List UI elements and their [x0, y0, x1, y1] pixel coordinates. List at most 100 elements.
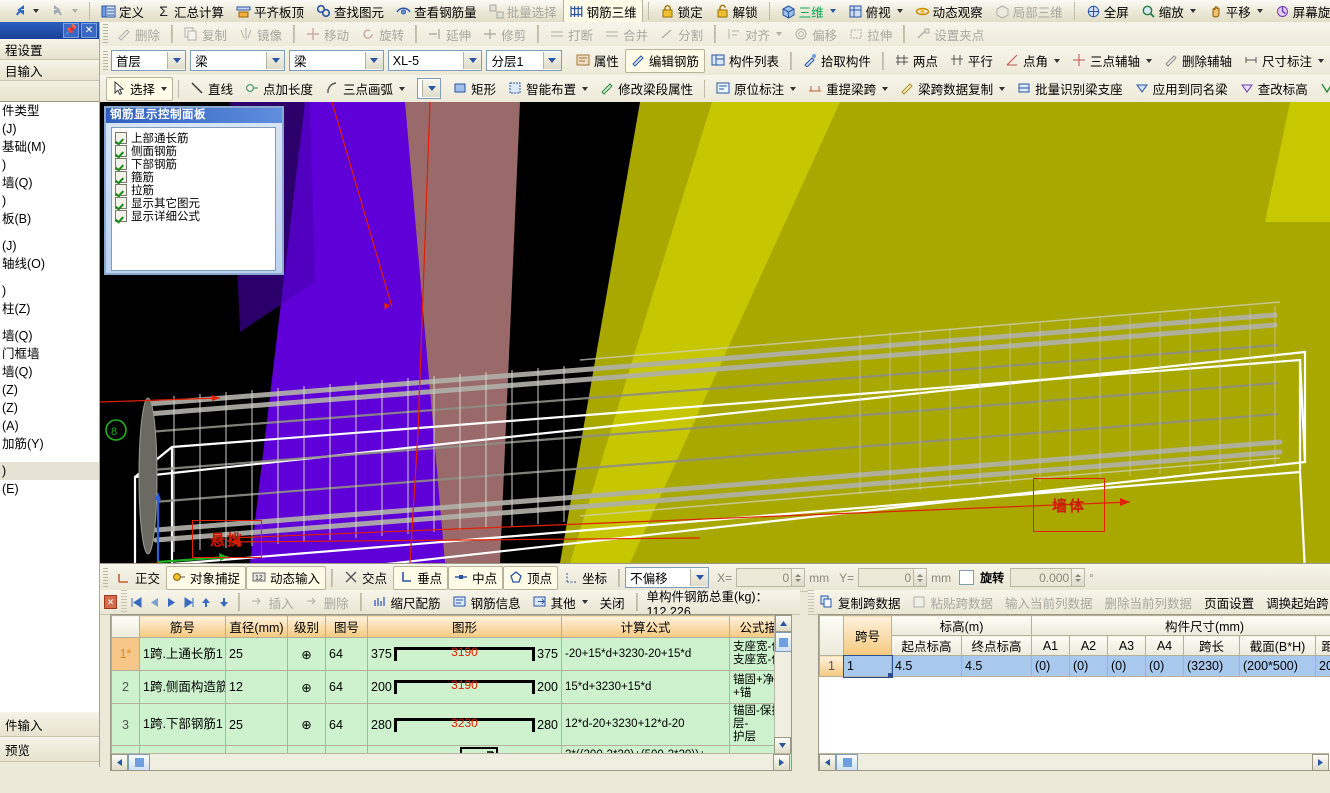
rebar-info-button[interactable]: 钢筋信息	[447, 590, 527, 614]
input-col-button[interactable]: 输入当前列数据	[999, 590, 1099, 614]
tree-item[interactable]: (J)	[0, 237, 99, 255]
a2-cell[interactable]: (0)	[1069, 655, 1108, 677]
y-spinner[interactable]	[914, 568, 928, 587]
other-dropdown-icon[interactable]	[581, 600, 588, 604]
tree-item[interactable]: 柱(Z)	[0, 300, 99, 318]
snap-midpoint[interactable]: 中点	[448, 565, 504, 590]
span-col-header[interactable]: 距左边线	[1314, 635, 1330, 656]
fullscreen-button[interactable]: 全屏	[1080, 0, 1135, 23]
span-col-header[interactable]: A2	[1069, 635, 1108, 656]
three-point-axis-button[interactable]: 三点辅轴	[1066, 49, 1158, 73]
rebar-name[interactable]: 1跨.下部钢筋1	[139, 703, 226, 746]
rectangle-tool-button[interactable]: 矩形	[447, 77, 502, 101]
scroll-right-icon[interactable]	[1312, 754, 1329, 770]
align-dropdown-icon[interactable]	[776, 32, 783, 36]
down-icon[interactable]	[215, 593, 233, 611]
tree-item[interactable]: )	[0, 462, 99, 480]
rebar-diameter[interactable]: 25	[225, 637, 288, 671]
merge-button[interactable]: 合并	[599, 22, 654, 46]
point-angle-dropdown-icon[interactable]	[1053, 58, 1060, 63]
panel-footer-preview[interactable]: 预览	[0, 737, 99, 762]
close-pane-button[interactable]: 关闭	[594, 590, 631, 614]
rebar-shape[interactable]: 375 3190 375	[367, 637, 562, 671]
re-extract-span-dropdown-icon[interactable]	[882, 86, 889, 91]
delete-col-button[interactable]: 删除当前列数据	[1099, 590, 1199, 614]
auto-generate-button[interactable]: 自动生成	[1314, 77, 1330, 101]
up-icon[interactable]	[197, 593, 215, 611]
apply-same-beam-button[interactable]: 应用到同名梁	[1129, 77, 1234, 101]
undo-button[interactable]	[6, 0, 45, 23]
next-icon[interactable]	[162, 593, 180, 611]
scale-rebar-button[interactable]: 缩尺配筋	[367, 590, 447, 614]
span-col-header[interactable]: A1	[1031, 635, 1070, 656]
y-input[interactable]: 0	[858, 568, 915, 587]
copy-button[interactable]: 复制	[178, 22, 233, 46]
span-hscroll-thumb[interactable]	[836, 754, 858, 770]
break-button[interactable]: 打断	[544, 22, 599, 46]
span-col-header[interactable]: A4	[1145, 635, 1184, 656]
checkbox-icon[interactable]	[115, 144, 127, 157]
span-grid-hscrollbar[interactable]	[819, 753, 1329, 770]
floor-combo[interactable]: 首层	[110, 50, 187, 71]
split-button[interactable]: 分割	[654, 22, 709, 46]
lock-button[interactable]: 锁定	[654, 0, 709, 23]
first-icon[interactable]	[127, 593, 145, 611]
edit-beam-segment-button[interactable]: 修改梁段属性	[594, 77, 699, 101]
top-view-button[interactable]: 俯视	[842, 0, 909, 23]
page-setup-button[interactable]: 页面设置	[1198, 590, 1260, 614]
rebar-formula[interactable]: -20+15*d+3230-20+15*d	[561, 637, 730, 671]
snap-intersection[interactable]: 交点	[338, 566, 393, 590]
dimension-button[interactable]: 尺寸标注	[1238, 49, 1330, 73]
rotate-spinner[interactable]	[1072, 568, 1086, 587]
rebar-display-item[interactable]: 显示详细公式	[115, 209, 275, 223]
tree-item[interactable]: 墙(Q)	[0, 327, 99, 345]
close-icon[interactable]: ✕	[81, 23, 97, 38]
insert-row-button[interactable]: 插入	[245, 590, 300, 614]
view-3d-button[interactable]: 三维	[775, 0, 842, 23]
two-point-button[interactable]: 两点	[889, 49, 944, 73]
swap-start-span-button[interactable]: 调换起始跨	[1260, 590, 1330, 614]
span-grid-container[interactable]: 跨号 标高(m) 构件尺寸(mm) 起点标高 终点标高 A1 A2 A3 A4 跨长 截面(B*H)…	[818, 614, 1330, 771]
tree-item[interactable]: )	[0, 156, 99, 174]
pan-button[interactable]: 平移	[1202, 0, 1269, 23]
inplace-annotation-button[interactable]: 原位标注	[710, 77, 802, 101]
rebar-col-header[interactable]: 图号	[325, 615, 368, 638]
span-col-number[interactable]: 跨号	[843, 615, 892, 656]
rebar-grid-hscrollbar[interactable]	[111, 753, 790, 770]
batch-select-button[interactable]: 批量选择	[483, 0, 563, 23]
snap-vertex[interactable]: 顶点	[503, 565, 559, 590]
rebar-col-header[interactable]: 级别	[287, 615, 326, 638]
a1-cell[interactable]: (0)	[1031, 655, 1070, 677]
hscroll-thumb[interactable]	[128, 754, 150, 770]
span-col-header[interactable]: 跨长	[1183, 635, 1240, 656]
tree-item[interactable]: 加筋(Y)	[0, 435, 99, 453]
checkbox-icon[interactable]	[115, 196, 127, 209]
rebar-grid-vscrollbar[interactable]	[774, 615, 791, 754]
rebar-shape[interactable]: 280 3230 280	[367, 703, 562, 746]
span-col-header[interactable]: 起点标高	[891, 635, 962, 656]
x-input[interactable]: 0	[736, 568, 793, 587]
delete-button[interactable]: 删除	[111, 22, 166, 46]
component-list-button[interactable]: 构件列表	[705, 49, 785, 73]
local-3d-button[interactable]: 局部三维	[989, 0, 1069, 23]
scroll-left-icon[interactable]	[819, 754, 836, 770]
checkbox-icon[interactable]	[115, 170, 127, 183]
top-view-dropdown-icon[interactable]	[896, 9, 903, 13]
tree-item[interactable]: 轴线(O)	[0, 255, 99, 273]
other-button[interactable]: 其他	[527, 590, 594, 614]
rebar-shape-no[interactable]: 64	[325, 670, 368, 704]
panel-row-input[interactable]: 目输入	[0, 60, 99, 81]
rebar-shape-no[interactable]: 64	[325, 703, 368, 746]
rebar-diameter[interactable]: 25	[225, 703, 288, 746]
snap-perpendicular[interactable]: 垂点	[393, 565, 449, 590]
chevron-down-icon[interactable]	[542, 52, 561, 69]
rebar-col-header[interactable]	[111, 615, 140, 638]
tree-item[interactable]: 基础(M)	[0, 138, 99, 156]
find-element-button[interactable]: 查找图元	[310, 0, 390, 23]
pick-component-button[interactable]: 拾取构件	[797, 49, 877, 73]
line-tool-button[interactable]: 直线	[184, 77, 239, 101]
define-button[interactable]: 定义	[95, 0, 150, 23]
rebar-formula[interactable]: 15*d+3230+15*d	[561, 670, 730, 704]
dynamic-orbit-button[interactable]: 动态观察	[909, 0, 989, 23]
paste-span-button[interactable]: 粘贴跨数据	[907, 590, 1000, 614]
